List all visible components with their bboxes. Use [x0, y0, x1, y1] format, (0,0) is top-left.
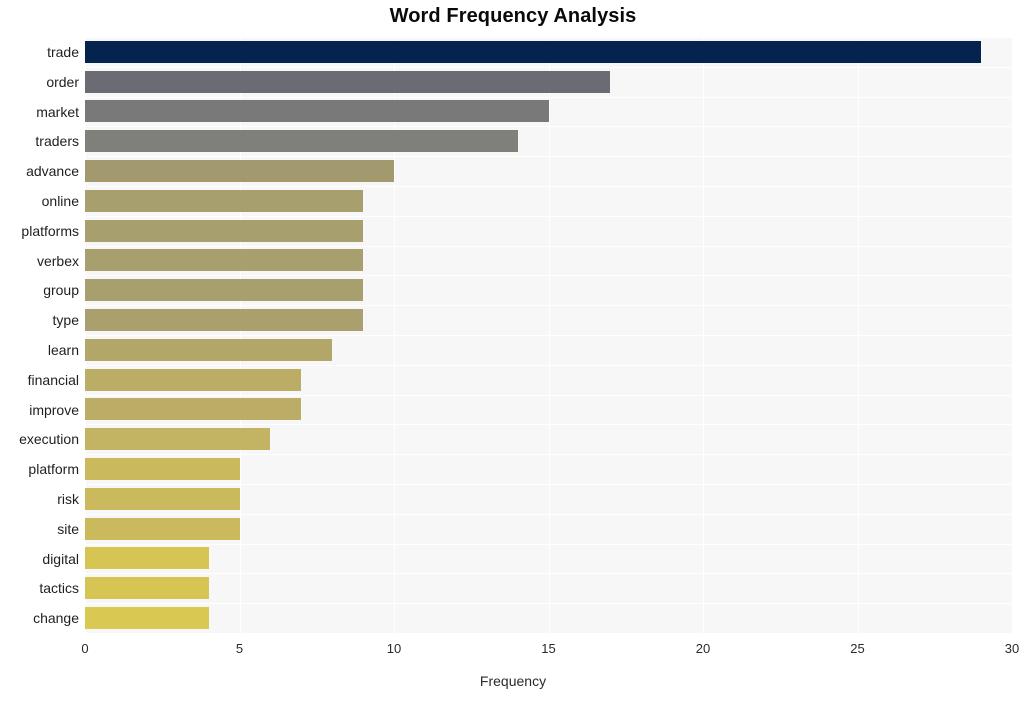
- y-tick-label-site: site: [57, 520, 79, 537]
- bar-tactics[interactable]: [85, 577, 209, 600]
- y-tick-label-group: group: [43, 282, 79, 299]
- y-tick-label-market: market: [36, 103, 79, 120]
- bar-type[interactable]: [85, 309, 364, 332]
- bar-row: [85, 246, 1012, 276]
- bar-row: [85, 37, 1012, 67]
- gridline-horizontal: [85, 633, 1012, 634]
- bar-digital[interactable]: [85, 547, 209, 570]
- x-tick-label-10: 10: [386, 641, 402, 656]
- bar-platform[interactable]: [85, 458, 240, 481]
- y-tick-label-trade: trade: [47, 43, 79, 60]
- y-tick-label-digital: digital: [42, 550, 79, 567]
- bar-row: [85, 424, 1012, 454]
- bar-site[interactable]: [85, 517, 240, 540]
- y-tick-label-execution: execution: [19, 431, 79, 448]
- y-tick-label-risk: risk: [57, 490, 79, 507]
- y-tick-label-financial: financial: [27, 371, 79, 388]
- bar-row: [85, 365, 1012, 395]
- y-tick-label-type: type: [52, 312, 79, 329]
- bar-row: [85, 186, 1012, 216]
- y-tick-label-improve: improve: [29, 401, 79, 418]
- bar-traders[interactable]: [85, 130, 518, 153]
- bar-financial[interactable]: [85, 368, 302, 391]
- bar-row: [85, 335, 1012, 365]
- bar-trade[interactable]: [85, 40, 982, 63]
- x-tick-label-0: 0: [81, 641, 89, 656]
- bar-verbex[interactable]: [85, 249, 364, 272]
- bar-row: [85, 156, 1012, 186]
- bar-row: [85, 305, 1012, 335]
- y-tick-label-traders: traders: [35, 133, 79, 150]
- y-tick-label-verbex: verbex: [36, 252, 79, 269]
- bar-market[interactable]: [85, 100, 549, 123]
- bar-learn[interactable]: [85, 338, 333, 361]
- bar-improve[interactable]: [85, 398, 302, 421]
- y-tick-label-change: change: [33, 610, 79, 627]
- y-tick-label-tactics: tactics: [39, 580, 79, 597]
- bar-row: [85, 544, 1012, 574]
- y-tick-label-advance: advance: [26, 163, 79, 180]
- bar-row: [85, 126, 1012, 156]
- x-tick-label-25: 25: [850, 641, 865, 656]
- x-axis-title: Frequency: [479, 673, 547, 689]
- x-tick-label-30: 30: [1004, 641, 1020, 656]
- bar-row: [85, 97, 1012, 127]
- chart-title: Word Frequency Analysis: [389, 5, 637, 27]
- bar-advance[interactable]: [85, 160, 394, 183]
- y-tick-label-online: online: [41, 192, 79, 209]
- bar-change[interactable]: [85, 607, 209, 630]
- bar-online[interactable]: [85, 189, 364, 212]
- gridline-vertical: [1012, 37, 1013, 633]
- bar-row: [85, 603, 1012, 633]
- x-tick-label-15: 15: [541, 641, 556, 656]
- bar-execution[interactable]: [85, 428, 271, 451]
- bar-order[interactable]: [85, 70, 611, 93]
- bar-row: [85, 67, 1012, 97]
- x-tick-label-5: 5: [235, 641, 244, 656]
- y-tick-label-platform: platform: [28, 461, 79, 478]
- y-tick-label-learn: learn: [47, 341, 79, 358]
- y-tick-label-order: order: [46, 73, 79, 90]
- word-frequency-chart: Word Frequency Analysis trade order market…: [0, 0, 1026, 701]
- bar-row: [85, 395, 1012, 425]
- bar-group[interactable]: [85, 279, 364, 302]
- bar-row: [85, 454, 1012, 484]
- bar-row: [85, 514, 1012, 544]
- y-tick-label-platforms: platforms: [21, 222, 79, 239]
- bar-row: [85, 216, 1012, 246]
- bar-row: [85, 275, 1012, 305]
- bar-row: [85, 573, 1012, 603]
- plot-area: [85, 37, 1013, 634]
- bar-risk[interactable]: [85, 487, 240, 510]
- bar-platforms[interactable]: [85, 219, 364, 242]
- x-tick-label-20: 20: [695, 641, 711, 656]
- bar-row: [85, 484, 1012, 514]
